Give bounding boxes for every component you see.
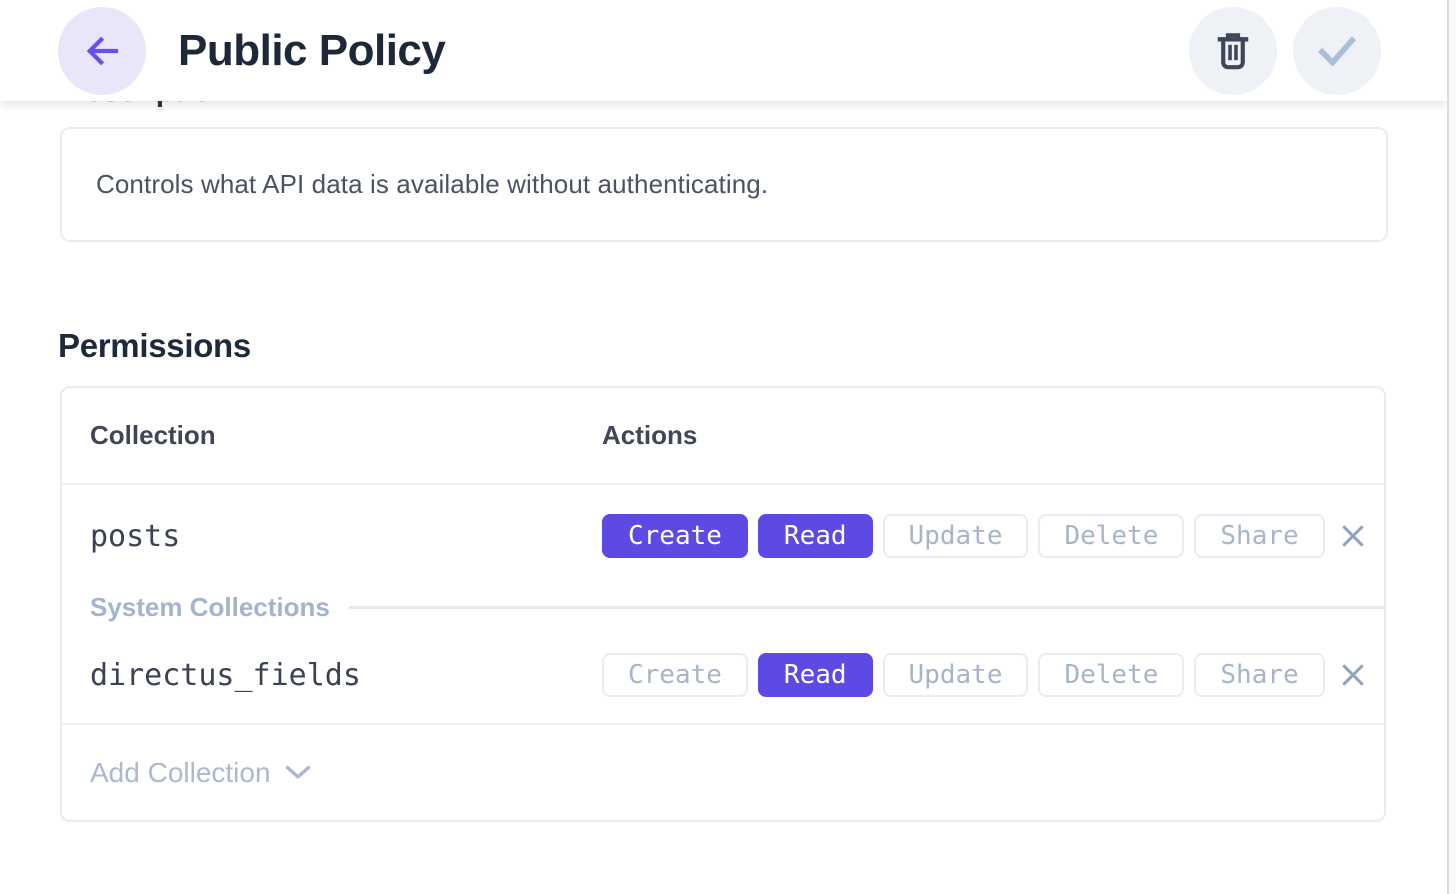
table-row-posts: posts Create Read Update Delete Share xyxy=(62,485,1384,587)
action-delete-button[interactable]: Delete xyxy=(1038,514,1184,558)
actions-cell: Create Read Update Delete Share xyxy=(602,653,1386,697)
description-input[interactable]: Controls what API data is available with… xyxy=(60,127,1388,242)
action-create-button[interactable]: Create xyxy=(602,653,748,697)
action-update-button[interactable]: Update xyxy=(883,514,1029,558)
chevron-down-icon xyxy=(284,764,312,782)
description-value: Controls what API data is available with… xyxy=(96,169,768,200)
action-share-button[interactable]: Share xyxy=(1194,653,1324,697)
remove-row-button[interactable] xyxy=(1335,518,1371,554)
header: Public Policy xyxy=(0,0,1447,101)
table-footer-row: Add Collection xyxy=(62,725,1384,820)
table-header-row: Collection Actions xyxy=(62,388,1384,485)
divider-line xyxy=(349,606,1384,609)
x-icon xyxy=(1337,520,1369,552)
remove-row-button[interactable] xyxy=(1335,657,1371,693)
action-share-button[interactable]: Share xyxy=(1194,514,1324,558)
collection-name: directus_fields xyxy=(90,658,602,693)
add-collection-label: Add Collection xyxy=(90,757,271,789)
actions-cell: Create Read Update Delete Share xyxy=(602,514,1386,558)
arrow-left-icon xyxy=(81,30,123,72)
page-title: Public Policy xyxy=(178,26,445,76)
system-collections-label: System Collections xyxy=(90,592,330,623)
add-collection-button[interactable]: Add Collection xyxy=(90,757,312,789)
column-header-actions: Actions xyxy=(602,420,697,451)
action-delete-button[interactable]: Delete xyxy=(1038,653,1184,697)
back-button[interactable] xyxy=(58,7,146,95)
collection-name: posts xyxy=(90,519,602,554)
action-read-button[interactable]: Read xyxy=(758,653,873,697)
column-header-collection: Collection xyxy=(90,420,602,451)
trash-icon xyxy=(1215,31,1251,71)
delete-policy-button[interactable] xyxy=(1189,7,1277,95)
table-row-directus-fields: directus_fields Create Read Update Delet… xyxy=(62,627,1384,725)
policy-detail-page: Description Public Policy Controls xyxy=(0,0,1456,894)
permissions-table: Collection Actions posts Create Read Upd… xyxy=(60,386,1386,822)
action-create-button[interactable]: Create xyxy=(602,514,748,558)
check-icon xyxy=(1314,28,1360,74)
action-update-button[interactable]: Update xyxy=(883,653,1029,697)
permissions-heading: Permissions xyxy=(58,327,251,365)
x-icon xyxy=(1337,659,1369,691)
action-read-button[interactable]: Read xyxy=(758,514,873,558)
scrollbar[interactable] xyxy=(1447,0,1456,894)
system-collections-divider: System Collections xyxy=(62,587,1384,627)
save-button[interactable] xyxy=(1293,7,1381,95)
